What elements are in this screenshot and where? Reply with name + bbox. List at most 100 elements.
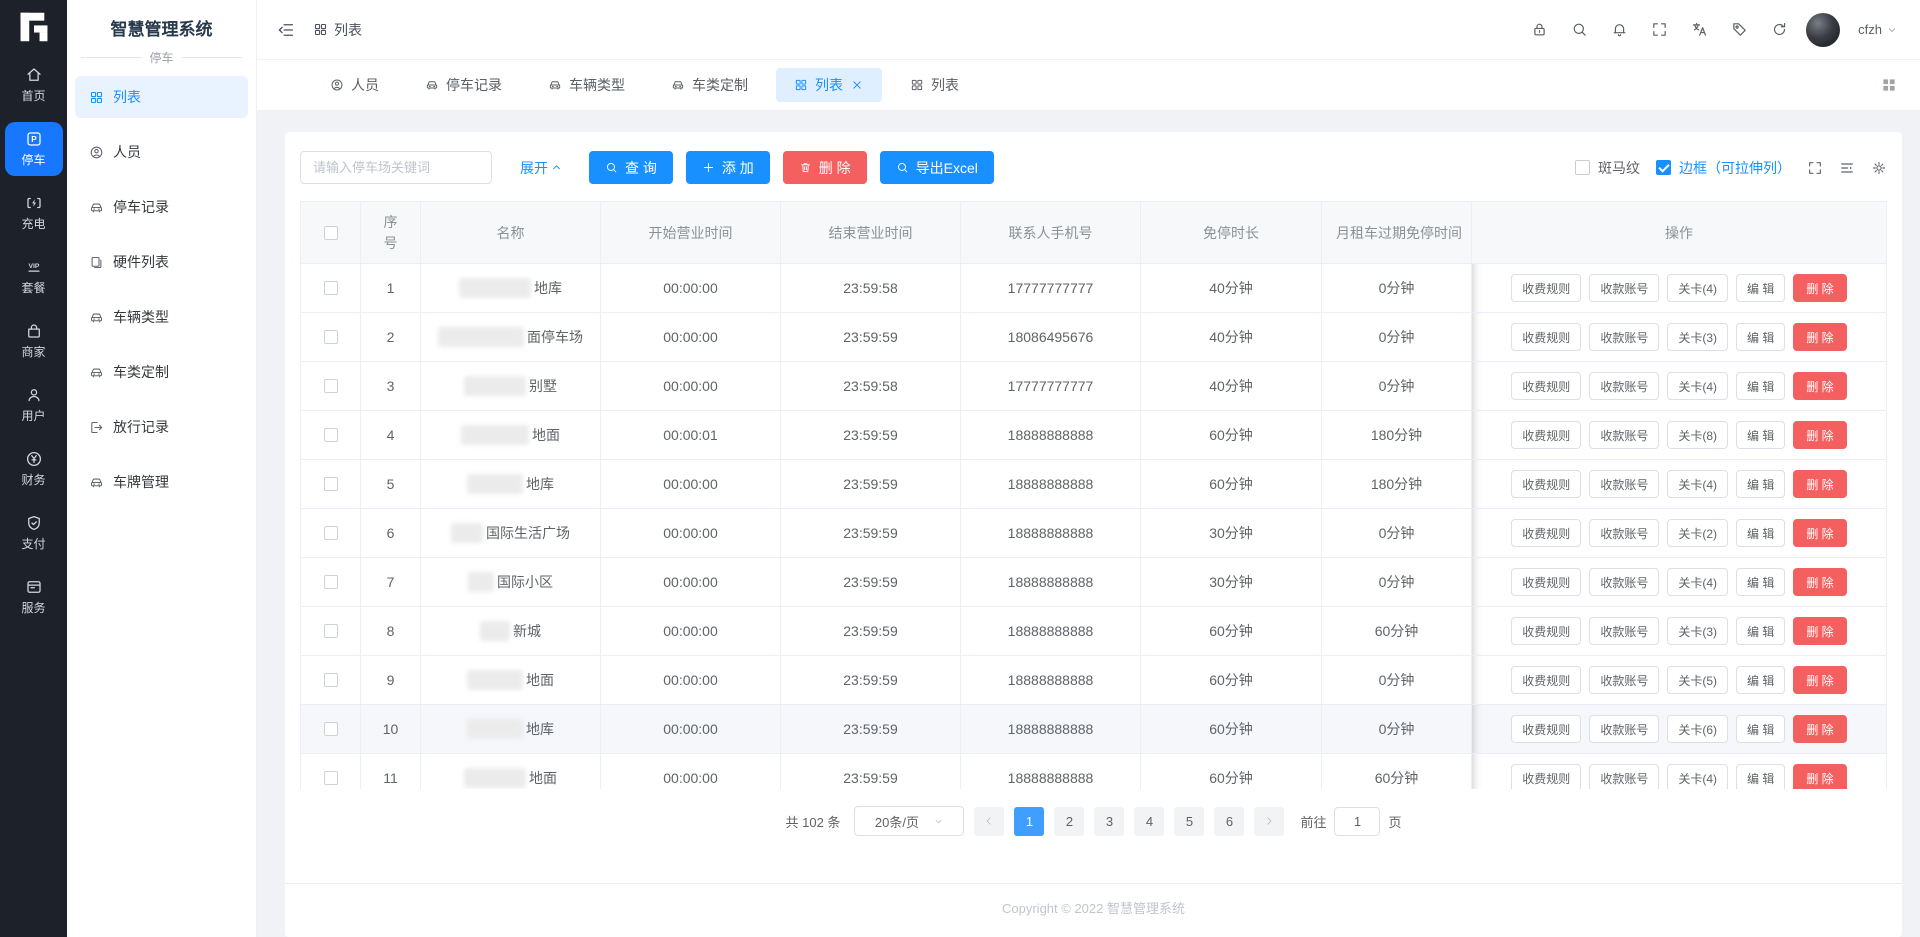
fee-rules-button[interactable]: 收费规则 [1511,617,1581,645]
fee-rules-button[interactable]: 收费规则 [1511,519,1581,547]
page-button[interactable]: 4 [1134,807,1164,836]
payee-account-button[interactable]: 收款账号 [1589,323,1659,351]
gates-button[interactable]: 关卡(4) [1667,274,1728,302]
tag-icon[interactable] [1731,21,1748,38]
toolbar-button[interactable]: 导出Excel [880,151,994,184]
payee-account-button[interactable]: 收款账号 [1589,715,1659,743]
sidebar-item[interactable]: 人员 [75,131,248,173]
row-checkbox[interactable] [301,460,361,509]
gates-button[interactable]: 关卡(6) [1667,715,1728,743]
tab[interactable]: 列表 [776,68,882,102]
rail-item[interactable]: P 停车 [5,122,63,176]
toolbar-button[interactable]: 添 加 [686,151,770,184]
edit-button[interactable]: 编 辑 [1736,715,1785,743]
rail-item[interactable]: 用户 [5,378,63,432]
row-checkbox[interactable] [301,313,361,362]
fee-rules-button[interactable]: 收费规则 [1511,372,1581,400]
translate-icon[interactable] [1691,21,1708,38]
edit-button[interactable]: 编 辑 [1736,274,1785,302]
delete-button[interactable]: 删 除 [1793,666,1846,694]
collapse-sidebar-icon[interactable] [277,21,295,39]
gates-button[interactable]: 关卡(4) [1667,470,1728,498]
goto-page-input[interactable] [1334,807,1380,836]
table-gear-icon[interactable] [1871,160,1887,176]
row-checkbox[interactable] [301,656,361,705]
delete-button[interactable]: 删 除 [1793,715,1846,743]
edit-button[interactable]: 编 辑 [1736,372,1785,400]
tab[interactable]: 停车记录 [407,68,520,102]
edit-button[interactable]: 编 辑 [1736,323,1785,351]
bell-icon[interactable] [1611,21,1628,38]
payee-account-button[interactable]: 收款账号 [1589,421,1659,449]
delete-button[interactable]: 删 除 [1793,274,1846,302]
payee-account-button[interactable]: 收款账号 [1589,666,1659,694]
tab[interactable]: 列表 [892,68,977,102]
gates-button[interactable]: 关卡(3) [1667,617,1728,645]
delete-button[interactable]: 删 除 [1793,470,1846,498]
edit-button[interactable]: 编 辑 [1736,421,1785,449]
sidebar-item[interactable]: 停车记录 [75,186,248,228]
payee-account-button[interactable]: 收款账号 [1589,372,1659,400]
gates-button[interactable]: 关卡(2) [1667,519,1728,547]
gates-button[interactable]: 关卡(4) [1667,764,1728,789]
delete-button[interactable]: 删 除 [1793,421,1846,449]
column-settings-icon[interactable] [1839,160,1855,176]
edit-button[interactable]: 编 辑 [1736,470,1785,498]
page-button[interactable]: 3 [1094,807,1124,836]
toolbar-button[interactable]: 删 除 [783,151,867,184]
gates-button[interactable]: 关卡(5) [1667,666,1728,694]
sidebar-item[interactable]: 列表 [75,76,248,118]
fee-rules-button[interactable]: 收费规则 [1511,666,1581,694]
rail-item[interactable]: 首页 [5,58,63,112]
rail-item[interactable]: 服务 [5,570,63,624]
rail-item[interactable]: 充电 [5,186,63,240]
sidebar-item[interactable]: 车类定制 [75,351,248,393]
row-checkbox[interactable] [301,411,361,460]
tab[interactable]: 车辆类型 [530,68,643,102]
lock-icon[interactable] [1531,21,1548,38]
user-avatar[interactable] [1806,13,1840,47]
payee-account-button[interactable]: 收款账号 [1589,274,1659,302]
delete-button[interactable]: 删 除 [1793,568,1846,596]
row-checkbox[interactable] [301,705,361,754]
delete-button[interactable]: 删 除 [1793,519,1846,547]
fee-rules-button[interactable]: 收费规则 [1511,274,1581,302]
edit-button[interactable]: 编 辑 [1736,764,1785,789]
rail-item[interactable]: 商家 [5,314,63,368]
payee-account-button[interactable]: 收款账号 [1589,568,1659,596]
page-button[interactable]: 6 [1214,807,1244,836]
fee-rules-button[interactable]: 收费规则 [1511,421,1581,449]
user-menu[interactable]: cfzh [1858,22,1898,37]
page-button[interactable]: 1 [1014,807,1044,836]
page-size-select[interactable]: 20条/页 [854,806,964,836]
row-checkbox[interactable] [301,264,361,313]
fee-rules-button[interactable]: 收费规则 [1511,715,1581,743]
sidebar-item[interactable]: 硬件列表 [75,241,248,283]
fee-rules-button[interactable]: 收费规则 [1511,568,1581,596]
table-fullscreen-icon[interactable] [1807,160,1823,176]
row-checkbox[interactable] [301,509,361,558]
rail-item[interactable]: 财务 [5,442,63,496]
delete-button[interactable]: 删 除 [1793,323,1846,351]
rail-item[interactable]: 支付 [5,506,63,560]
toolbar-button[interactable]: 查 询 [589,151,673,184]
row-checkbox[interactable] [301,754,361,789]
payee-account-button[interactable]: 收款账号 [1589,470,1659,498]
tab-options-icon[interactable] [1880,76,1898,94]
sidebar-item[interactable]: 车牌管理 [75,461,248,503]
delete-button[interactable]: 删 除 [1793,617,1846,645]
tab-close-icon[interactable] [850,78,864,92]
border-checkbox[interactable]: 边框（可拉伸列） [1656,158,1791,178]
next-page-button[interactable] [1254,807,1284,836]
edit-button[interactable]: 编 辑 [1736,666,1785,694]
payee-account-button[interactable]: 收款账号 [1589,617,1659,645]
row-checkbox[interactable] [301,607,361,656]
sidebar-item[interactable]: 车辆类型 [75,296,248,338]
refresh-icon[interactable] [1771,21,1788,38]
page-button[interactable]: 5 [1174,807,1204,836]
sidebar-item[interactable]: 放行记录 [75,406,248,448]
delete-button[interactable]: 删 除 [1793,764,1846,789]
expand-toggle[interactable]: 展开 [520,158,563,178]
tab[interactable]: 人员 [312,68,397,102]
prev-page-button[interactable] [974,807,1004,836]
